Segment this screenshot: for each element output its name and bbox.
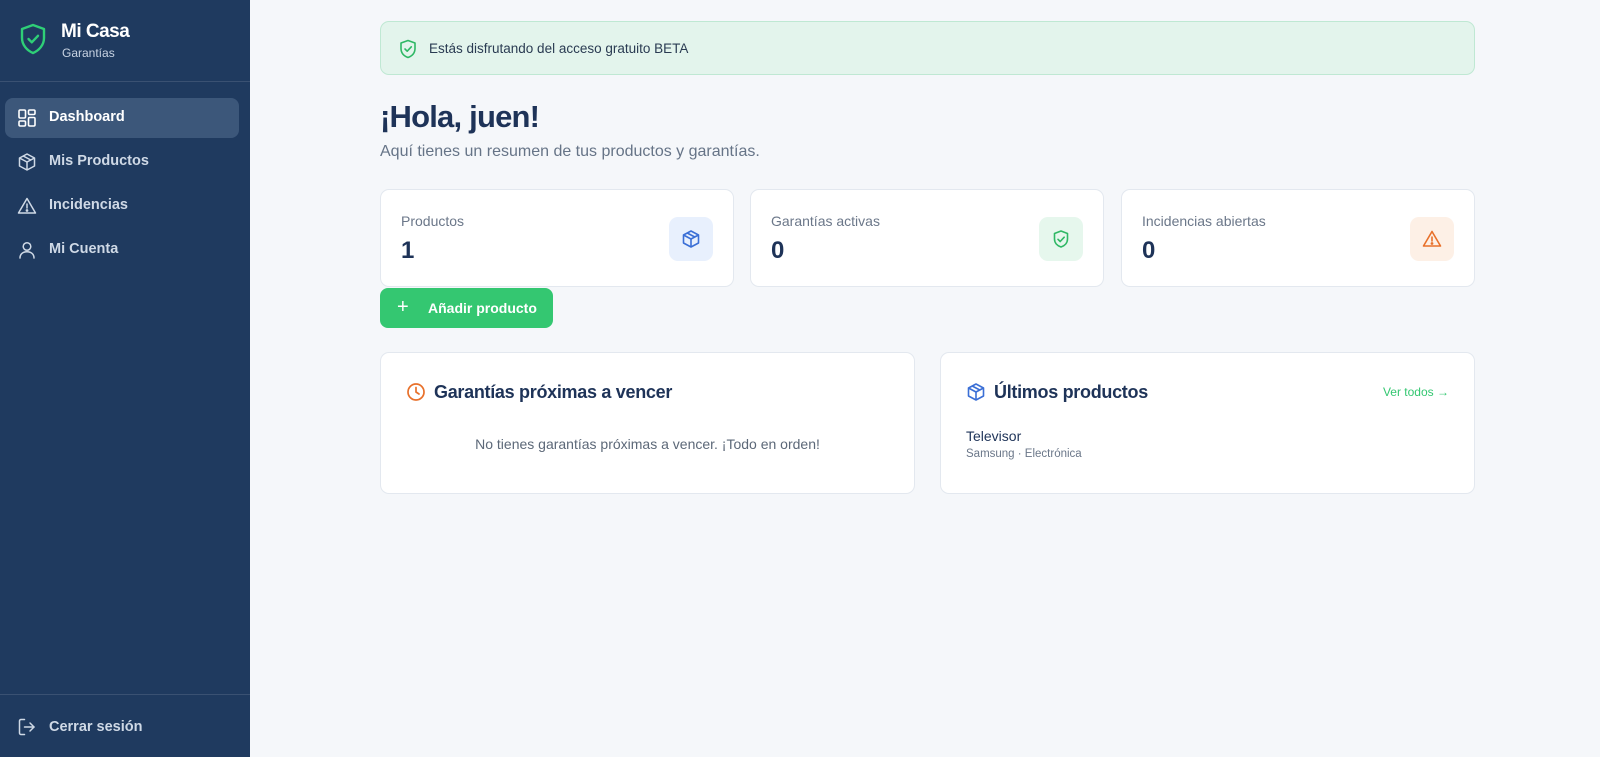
empty-state-text: No tienes garantías próximas a vencer. ¡… [475, 436, 820, 452]
product-meta: Samsung · Electrónica [966, 448, 1082, 460]
box-icon [682, 230, 700, 248]
stat-card-incidencias-abiertas: Incidencias abiertas 0 [1121, 189, 1475, 287]
sidebar-item-incidencias[interactable]: Incidencias [5, 186, 239, 226]
view-all-link[interactable]: Ver todos → [1383, 385, 1449, 399]
stat-label: Productos [401, 213, 465, 229]
panel-title: Garantías próximas a vencer [434, 382, 673, 402]
latest-products-panel: Últimos productos Ver todos → Televisor … [940, 352, 1475, 494]
sidebar-item-label: Mis Productos [49, 153, 149, 169]
stat-icon-box [669, 217, 713, 261]
brand-name: Mi Casa [61, 21, 130, 42]
sidebar-item-label: Incidencias [49, 197, 128, 213]
stat-value: 0 [771, 237, 785, 264]
add-product-label: Añadir producto [428, 300, 537, 316]
shield-check-icon [20, 23, 46, 55]
sidebar: Mi Casa Garantías Dashboard Mis Producto… [0, 0, 250, 757]
stat-icon-box [1410, 217, 1454, 261]
sidebar-item-label: Dashboard [49, 109, 125, 125]
sidebar-footer: Cerrar sesión [0, 694, 250, 757]
stat-label: Incidencias abiertas [1142, 213, 1266, 229]
shield-check-icon [400, 39, 416, 59]
stat-value: 1 [401, 237, 415, 264]
expiring-warranties-panel: Garantías próximas a vencer No tienes ga… [380, 352, 915, 494]
stat-value: 0 [1142, 237, 1156, 264]
stat-card-productos: Productos 1 [380, 189, 734, 287]
panel-title: Últimos productos [994, 382, 1148, 402]
sidebar-item-label: Mi Cuenta [49, 241, 119, 257]
clock-icon [407, 383, 425, 401]
page-subtitle: Aquí tienes un resumen de tus productos … [380, 143, 760, 160]
box-icon [967, 383, 985, 401]
sidebar-item-dashboard[interactable]: Dashboard [5, 98, 239, 138]
sidebar-item-mi-cuenta[interactable]: Mi Cuenta [5, 230, 239, 270]
stat-label: Garantías activas [771, 213, 880, 229]
banner-text: Estás disfrutando del acceso gratuito BE… [429, 41, 689, 56]
dashboard-grid-icon [18, 109, 36, 127]
stat-card-garantias-activas: Garantías activas 0 [750, 189, 1104, 287]
warning-triangle-icon [1422, 230, 1442, 247]
stat-icon-box [1039, 217, 1083, 261]
logout-label: Cerrar sesión [49, 719, 143, 735]
logout-icon [18, 718, 35, 736]
user-icon [19, 241, 35, 259]
brand: Mi Casa Garantías [0, 0, 250, 82]
sidebar-item-mis-productos[interactable]: Mis Productos [5, 142, 239, 182]
beta-banner: Estás disfrutando del acceso gratuito BE… [380, 21, 1475, 75]
shield-check-icon [1053, 230, 1069, 248]
plus-icon: + [397, 296, 409, 318]
warning-triangle-icon [17, 197, 37, 214]
box-icon [18, 153, 36, 171]
product-name: Televisor [966, 428, 1022, 444]
brand-subtitle: Garantías [62, 46, 115, 60]
logout-button[interactable]: Cerrar sesión [5, 711, 239, 745]
page-title: ¡Hola, juen! [380, 99, 540, 134]
add-product-button[interactable]: + Añadir producto [380, 288, 553, 328]
